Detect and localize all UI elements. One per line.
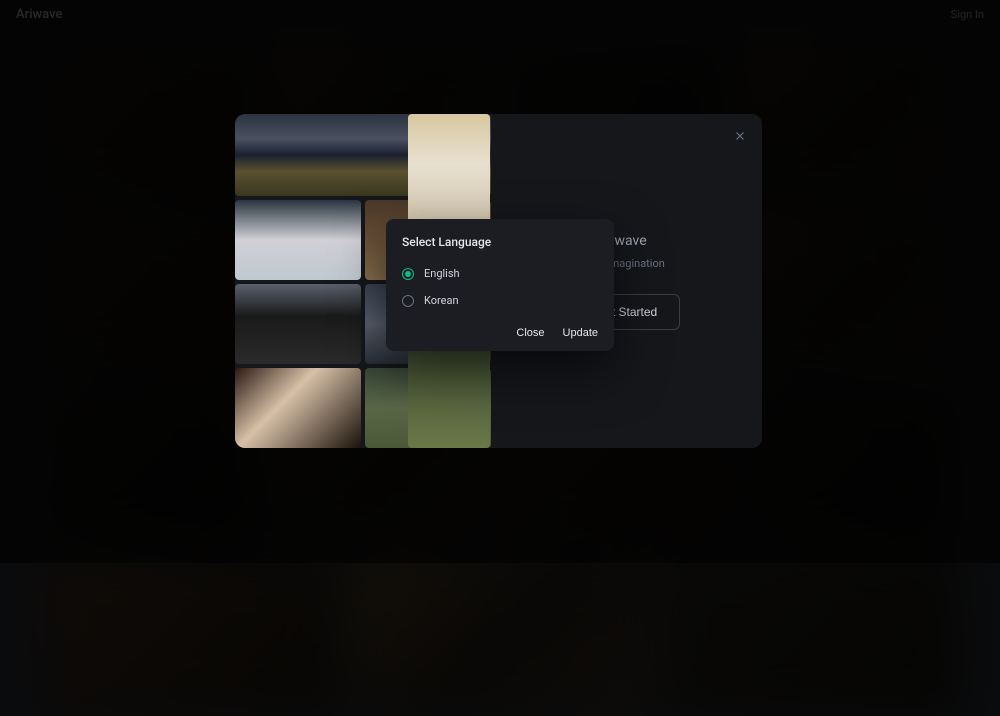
thumb-image bbox=[235, 284, 361, 364]
update-button[interactable]: Update bbox=[563, 327, 598, 339]
thumb-image bbox=[235, 368, 361, 448]
close-icon[interactable] bbox=[732, 128, 748, 144]
thumb-image bbox=[235, 200, 361, 280]
language-modal: Select Language English Korean Close Upd… bbox=[386, 219, 614, 351]
language-modal-title: Select Language bbox=[402, 235, 598, 249]
language-modal-actions: Close Update bbox=[402, 327, 598, 339]
radio-icon bbox=[402, 268, 414, 280]
language-label: Korean bbox=[424, 294, 459, 307]
close-button[interactable]: Close bbox=[516, 327, 544, 339]
language-options: English Korean bbox=[402, 267, 598, 307]
language-label: English bbox=[424, 267, 460, 280]
language-option-english[interactable]: English bbox=[402, 267, 598, 280]
radio-icon bbox=[402, 295, 414, 307]
language-option-korean[interactable]: Korean bbox=[402, 294, 598, 307]
